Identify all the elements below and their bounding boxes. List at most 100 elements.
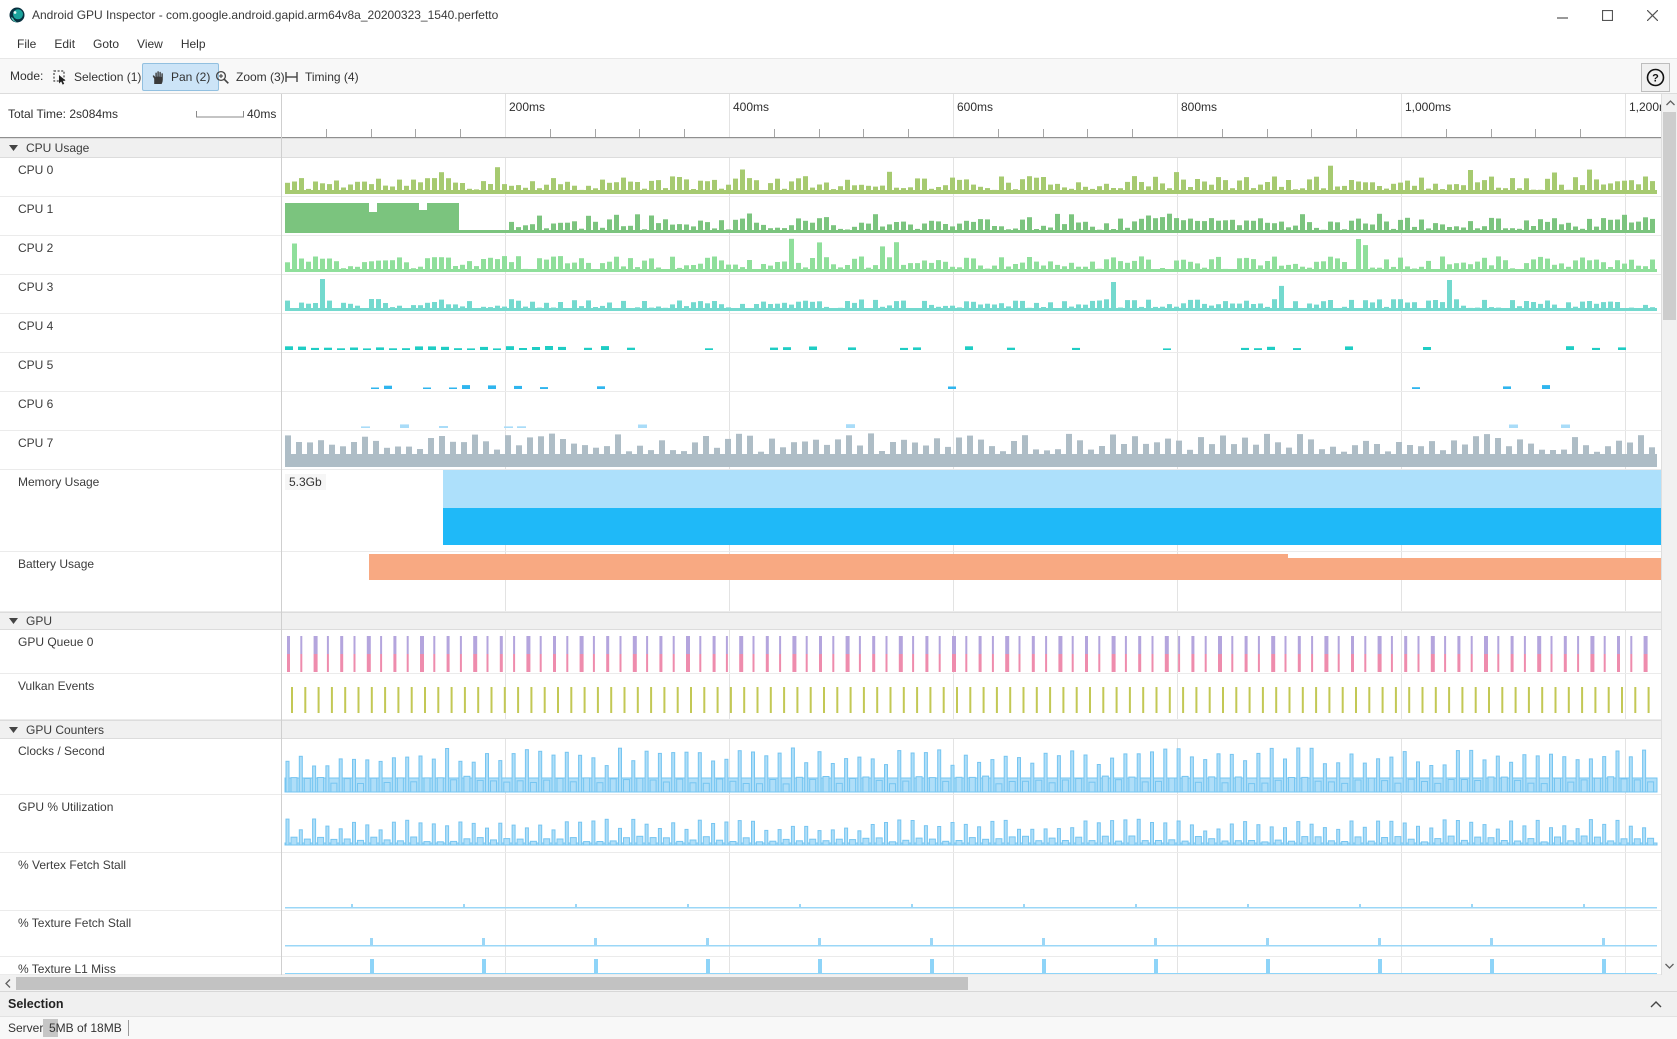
- track-row-clocks-second[interactable]: Clocks / Second: [0, 739, 1661, 795]
- ruler-minor-tick: [1491, 129, 1492, 137]
- track-label-divider: [281, 94, 282, 975]
- track-label-gpu-queue-0: GPU Queue 0: [18, 635, 93, 649]
- server-label: Server:: [8, 1021, 47, 1035]
- ruler-minor-tick: [1267, 129, 1268, 137]
- track-content-cpu-6[interactable]: [281, 392, 1661, 431]
- track-content-cpu-2[interactable]: [281, 236, 1661, 275]
- selection-panel-header[interactable]: Selection: [0, 991, 1677, 1016]
- close-icon: [1647, 10, 1658, 21]
- minimize-button[interactable]: [1540, 0, 1585, 30]
- track-row-cpu-2[interactable]: CPU 2: [0, 236, 1661, 275]
- track-content-memory-usage[interactable]: [281, 470, 1661, 552]
- ruler-minor-tick: [1222, 129, 1223, 137]
- maximize-button[interactable]: [1585, 0, 1630, 30]
- track-row-memory-usage[interactable]: Memory Usage5.3Gb: [0, 470, 1661, 552]
- timeline-tracks[interactable]: CPU Usage CPU 0 CPU 1 CPU 2 CPU 3 CPU 4 CPU 5 C…: [0, 138, 1661, 975]
- track-row-cpu-7[interactable]: CPU 7: [0, 431, 1661, 470]
- server-memory-text: 5MB of 18MB: [49, 1021, 122, 1035]
- maximize-icon: [1602, 10, 1613, 21]
- track-label-vulkan-events: Vulkan Events: [18, 679, 94, 693]
- track-label-battery-usage: Battery Usage: [18, 557, 94, 571]
- ruler-minor-tick: [326, 129, 327, 137]
- ruler-minor-tick: [1043, 129, 1044, 137]
- status-divider: [128, 1020, 129, 1036]
- selection-mode-button[interactable]: Selection (1): [44, 63, 150, 91]
- track-label-texture-l1-miss: % Texture L1 Miss: [18, 962, 116, 975]
- menu-item-view[interactable]: View: [128, 33, 172, 55]
- track-row-gpu-queue-0[interactable]: GPU Queue 0: [0, 630, 1661, 674]
- status-bar: Server: 5MB of 18MB: [0, 1016, 1677, 1039]
- close-button[interactable]: [1630, 0, 1675, 30]
- track-label-cpu-5: CPU 5: [18, 358, 53, 372]
- track-content-cpu-3[interactable]: [281, 275, 1661, 314]
- pan-mode-label: Pan (2): [171, 70, 210, 84]
- section-header-gpu-counters[interactable]: GPU Counters: [0, 720, 1661, 739]
- track-row-cpu-3[interactable]: CPU 3: [0, 275, 1661, 314]
- track-label-texture-fetch-stall: % Texture Fetch Stall: [18, 916, 131, 930]
- section-header-cpu-usage[interactable]: CPU Usage: [0, 138, 1661, 158]
- track-label-cpu-6: CPU 6: [18, 397, 53, 411]
- ruler-tick-label: 1,000ms: [1405, 100, 1451, 114]
- ruler-tick-label: 600ms: [957, 100, 993, 114]
- ruler-minor-tick: [550, 129, 551, 137]
- track-row-vulkan-events[interactable]: Vulkan Events: [0, 674, 1661, 720]
- menu-item-edit[interactable]: Edit: [45, 33, 84, 55]
- chevron-up-icon[interactable]: [1650, 1001, 1662, 1008]
- track-row-vertex-fetch-stall[interactable]: % Vertex Fetch Stall: [0, 853, 1661, 911]
- chevron-down-icon: [9, 618, 18, 624]
- track-row-cpu-0[interactable]: CPU 0: [0, 158, 1661, 197]
- track-row-cpu-6[interactable]: CPU 6: [0, 392, 1661, 431]
- track-label-cpu-7: CPU 7: [18, 436, 53, 450]
- selection-mode-label: Selection (1): [74, 70, 141, 84]
- scale-label: 40ms: [247, 107, 276, 121]
- section-header-gpu[interactable]: GPU: [0, 612, 1661, 630]
- track-content-vertex-fetch-stall[interactable]: [281, 853, 1661, 911]
- ruler-minor-tick: [1087, 129, 1088, 137]
- section-label: GPU: [26, 614, 52, 628]
- scroll-down-icon[interactable]: [1661, 958, 1677, 974]
- track-label-cpu-4: CPU 4: [18, 319, 53, 333]
- section-label: GPU Counters: [26, 723, 104, 737]
- track-content-cpu-0[interactable]: [281, 158, 1661, 197]
- track-row-cpu-5[interactable]: CPU 5: [0, 353, 1661, 392]
- track-content-cpu-5[interactable]: [281, 353, 1661, 392]
- track-row-cpu-1[interactable]: CPU 1: [0, 197, 1661, 236]
- track-content-texture-fetch-stall[interactable]: [281, 911, 1661, 957]
- ruler-tick-label: 400ms: [733, 100, 769, 114]
- menu-item-file[interactable]: File: [8, 33, 45, 55]
- track-content-battery-usage[interactable]: [281, 552, 1661, 612]
- section-label: CPU Usage: [26, 141, 89, 155]
- scroll-up-icon[interactable]: [1662, 95, 1677, 111]
- track-row-gpu-utilization[interactable]: GPU % Utilization: [0, 795, 1661, 853]
- ruler-minor-tick: [371, 129, 372, 137]
- timing-brackets-icon: [284, 70, 299, 84]
- track-label-cpu-3: CPU 3: [18, 280, 53, 294]
- track-label-cpu-0: CPU 0: [18, 163, 53, 177]
- menu-item-goto[interactable]: Goto: [84, 33, 128, 55]
- ruler-minor-tick: [1132, 129, 1133, 137]
- track-row-texture-fetch-stall[interactable]: % Texture Fetch Stall: [0, 911, 1661, 957]
- timeline-ruler[interactable]: Total Time: 2s084ms 40ms 200ms400ms600ms…: [0, 94, 1677, 138]
- track-content-texture-l1-miss[interactable]: [281, 957, 1661, 975]
- ruler-minor-tick: [998, 129, 999, 137]
- track-content-cpu-4[interactable]: [281, 314, 1661, 353]
- track-content-vulkan-events[interactable]: [281, 674, 1661, 720]
- track-row-battery-usage[interactable]: Battery Usage: [0, 552, 1661, 612]
- track-content-gpu-utilization[interactable]: [281, 795, 1661, 853]
- track-content-cpu-7[interactable]: [281, 431, 1661, 470]
- track-row-texture-l1-miss[interactable]: % Texture L1 Miss: [0, 957, 1661, 975]
- timing-mode-button[interactable]: Timing (4): [275, 63, 368, 91]
- horizontal-scrollbar-thumb[interactable]: [16, 977, 968, 990]
- track-row-cpu-4[interactable]: CPU 4: [0, 314, 1661, 353]
- menu-item-help[interactable]: Help: [172, 33, 215, 55]
- vertical-scrollbar-thumb[interactable]: [1663, 112, 1676, 320]
- track-content-cpu-1[interactable]: [281, 197, 1661, 236]
- help-button[interactable]: ?: [1641, 63, 1670, 92]
- selection-panel-title: Selection: [8, 997, 64, 1011]
- track-label-cpu-1: CPU 1: [18, 202, 53, 216]
- track-content-gpu-queue-0[interactable]: [281, 630, 1661, 674]
- app-window: Android GPU Inspector - com.google.andro…: [0, 0, 1677, 1039]
- scroll-left-icon[interactable]: [0, 975, 16, 991]
- timing-mode-label: Timing (4): [305, 70, 359, 84]
- track-content-clocks-second[interactable]: [281, 739, 1661, 795]
